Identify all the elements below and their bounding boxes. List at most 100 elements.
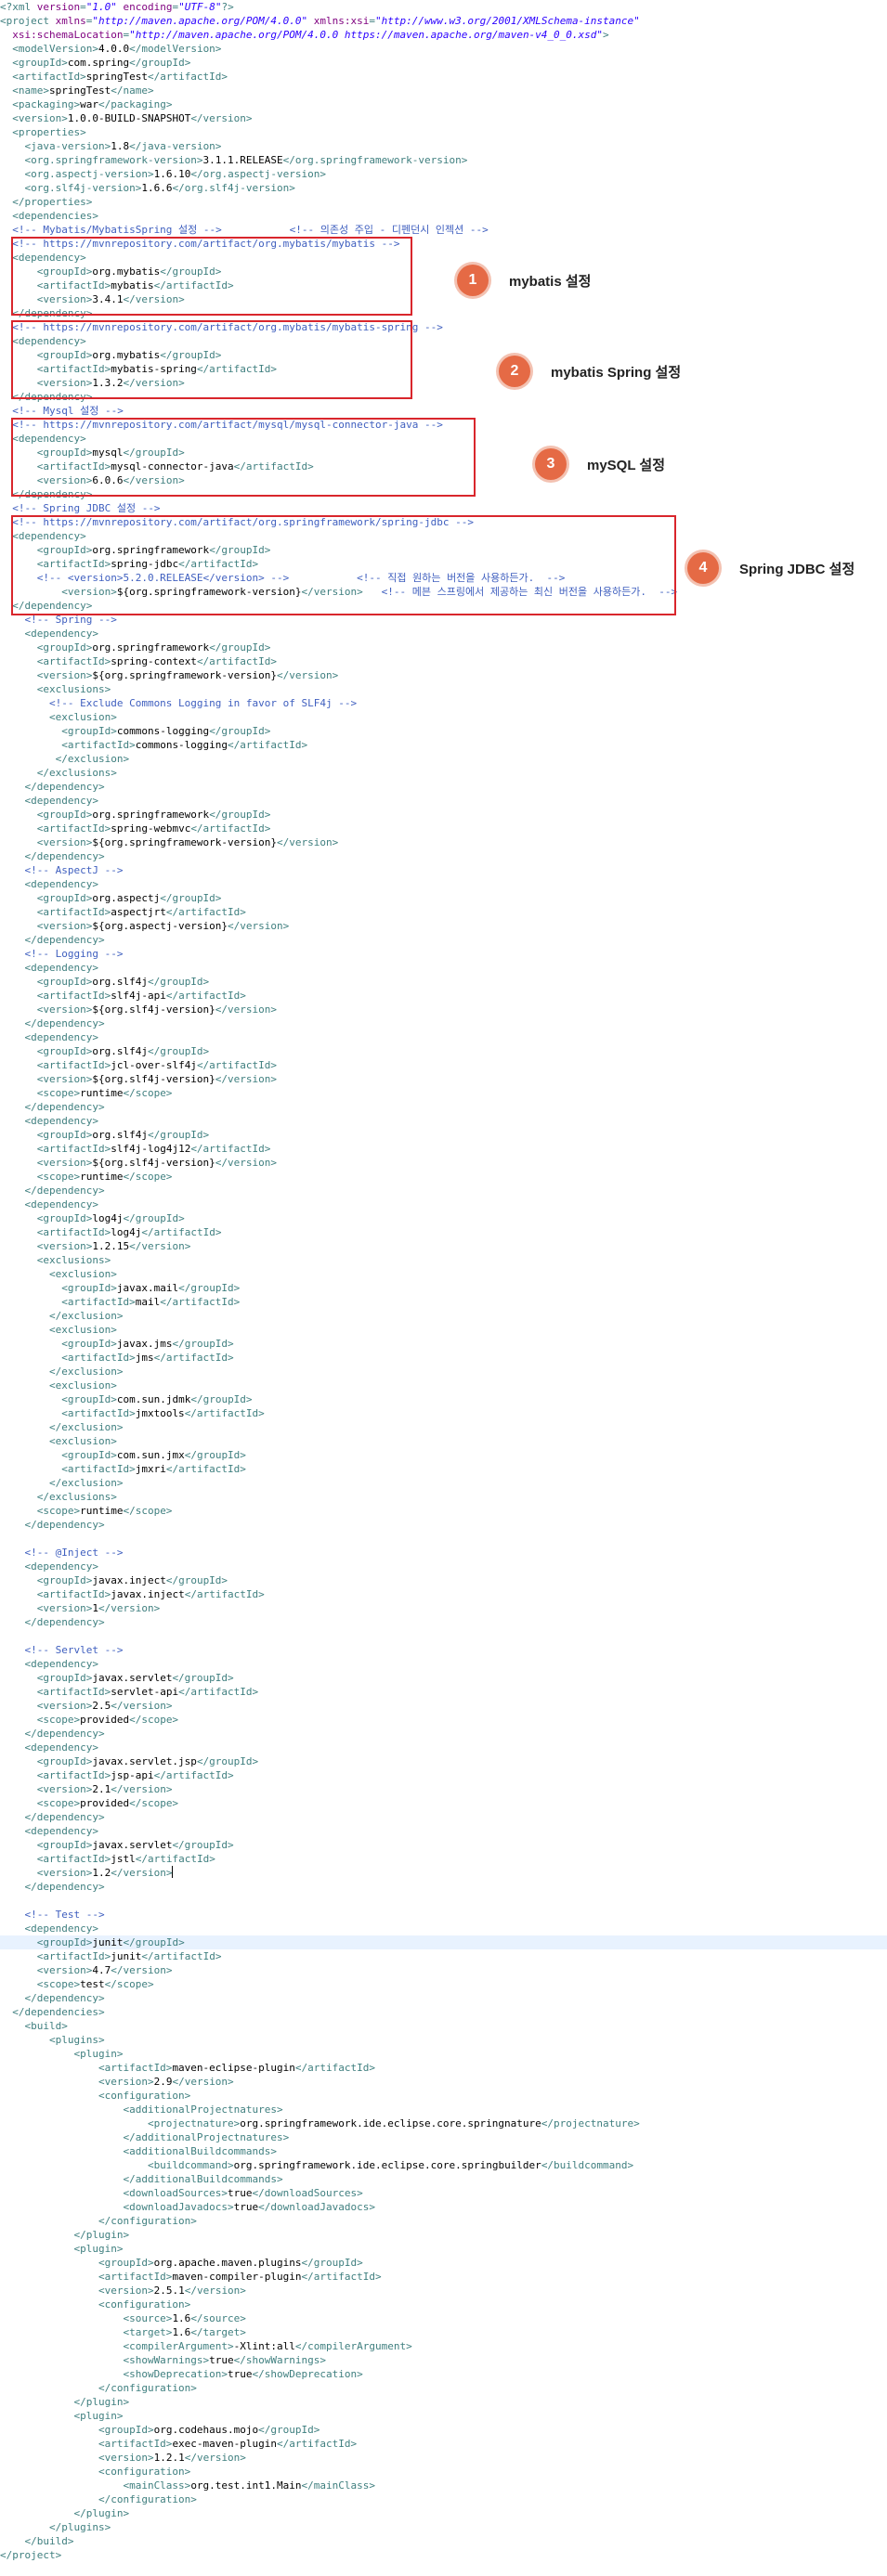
code-line[interactable]: </dependency> bbox=[0, 1810, 887, 1824]
code-line[interactable]: <version>1.2.15</version> bbox=[0, 1239, 887, 1253]
code-line[interactable]: </dependency> bbox=[0, 1184, 887, 1197]
code-line[interactable]: <artifactId>jmxri</artifactId> bbox=[0, 1462, 887, 1476]
code-line[interactable]: <artifactId>log4j</artifactId> bbox=[0, 1225, 887, 1239]
code-line[interactable]: <artifactId>spring-webmvc</artifactId> bbox=[0, 822, 887, 835]
code-line[interactable]: <scope>test</scope> bbox=[0, 1977, 887, 1991]
code-line[interactable]: <!-- Test --> bbox=[0, 1908, 887, 1922]
code-line[interactable]: </plugin> bbox=[0, 2506, 887, 2520]
code-line[interactable]: <artifactId>maven-compiler-plugin</artif… bbox=[0, 2270, 887, 2284]
code-line[interactable]: <mainClass>org.test.int1.Main</mainClass… bbox=[0, 2479, 887, 2492]
code-line[interactable]: <version>1</version> bbox=[0, 1601, 887, 1615]
code-line[interactable]: <version>${org.springframework-version}<… bbox=[0, 668, 887, 682]
code-line[interactable]: <groupId>commons-logging</groupId> bbox=[0, 724, 887, 738]
code-line[interactable]: <artifactId>commons-logging</artifactId> bbox=[0, 738, 887, 752]
code-line[interactable]: <downloadJavadocs>true</downloadJavadocs… bbox=[0, 2200, 887, 2214]
code-line[interactable]: <build> bbox=[0, 2019, 887, 2033]
code-line[interactable]: <showWarnings>true</showWarnings> bbox=[0, 2353, 887, 2367]
code-line[interactable]: <groupId>javax.servlet</groupId> bbox=[0, 1671, 887, 1685]
code-line[interactable]: </additionalProjectnatures> bbox=[0, 2130, 887, 2144]
code-line[interactable]: <artifactId>maven-eclipse-plugin</artifa… bbox=[0, 2061, 887, 2075]
code-line[interactable]: <version>${org.slf4j-version}</version> bbox=[0, 1003, 887, 1016]
code-line[interactable] bbox=[0, 1532, 887, 1546]
code-line[interactable]: </dependency> bbox=[0, 1016, 887, 1030]
code-line[interactable]: </plugin> bbox=[0, 2395, 887, 2409]
code-line[interactable]: <java-version>1.8</java-version> bbox=[0, 139, 887, 153]
code-line[interactable]: <artifactId>servlet-api</artifactId> bbox=[0, 1685, 887, 1699]
code-line[interactable]: <scope>provided</scope> bbox=[0, 1713, 887, 1727]
code-line[interactable]: </properties> bbox=[0, 195, 887, 209]
code-line[interactable]: <groupId>org.springframework</groupId> bbox=[0, 808, 887, 822]
code-line[interactable]: <groupId>javax.servlet.jsp</groupId> bbox=[0, 1754, 887, 1768]
code-line[interactable]: <groupId>junit</groupId> bbox=[0, 1935, 887, 1949]
code-line[interactable]: <exclusion> bbox=[0, 1267, 887, 1281]
code-line[interactable]: </dependency> bbox=[0, 1100, 887, 1114]
code-line[interactable]: <!-- Mysql 설정 --> bbox=[0, 404, 887, 418]
code-line[interactable]: <exclusion> bbox=[0, 1379, 887, 1392]
code-line[interactable]: </build> bbox=[0, 2534, 887, 2548]
code-line[interactable]: <artifactId>jms</artifactId> bbox=[0, 1351, 887, 1365]
code-line[interactable]: </configuration> bbox=[0, 2381, 887, 2395]
code-line[interactable]: </dependency> bbox=[0, 1880, 887, 1894]
code-line[interactable]: </dependency> bbox=[0, 780, 887, 794]
code-line[interactable]: <version>${org.slf4j-version}</version> bbox=[0, 1156, 887, 1170]
code-line[interactable]: xsi:schemaLocation="http://maven.apache.… bbox=[0, 28, 887, 42]
code-line[interactable]: <dependency> bbox=[0, 1197, 887, 1211]
code-line[interactable]: <projectnature>org.springframework.ide.e… bbox=[0, 2116, 887, 2130]
code-line[interactable]: <!-- Logging --> bbox=[0, 947, 887, 961]
code-line[interactable]: <groupId>javax.mail</groupId> bbox=[0, 1281, 887, 1295]
code-line[interactable]: <!-- Spring JDBC 설정 --> bbox=[0, 501, 887, 515]
code-line[interactable]: <dependency> bbox=[0, 1030, 887, 1044]
code-line[interactable]: <artifactId>jmxtools</artifactId> bbox=[0, 1406, 887, 1420]
code-line[interactable]: <groupId>javax.jms</groupId> bbox=[0, 1337, 887, 1351]
code-line[interactable]: </exclusions> bbox=[0, 1490, 887, 1504]
code-line[interactable]: <version>1.2.1</version> bbox=[0, 2451, 887, 2465]
code-line[interactable]: <artifactId>mail</artifactId> bbox=[0, 1295, 887, 1309]
code-line[interactable]: <modelVersion>4.0.0</modelVersion> bbox=[0, 42, 887, 56]
code-line[interactable]: </dependencies> bbox=[0, 2005, 887, 2019]
code-line[interactable]: <version>${org.slf4j-version}</version> bbox=[0, 1072, 887, 1086]
code-line[interactable]: <org.slf4j-version>1.6.6</org.slf4j-vers… bbox=[0, 181, 887, 195]
code-line[interactable]: <?xml version="1.0" encoding="UTF-8"?> bbox=[0, 0, 887, 14]
code-line[interactable]: <packaging>war</packaging> bbox=[0, 97, 887, 111]
code-line[interactable]: <name>springTest</name> bbox=[0, 84, 887, 97]
code-line[interactable] bbox=[0, 1894, 887, 1908]
code-line[interactable]: <!-- Servlet --> bbox=[0, 1643, 887, 1657]
code-line[interactable]: <groupId>org.springframework</groupId> bbox=[0, 641, 887, 654]
code-line[interactable]: <artifactId>exec-maven-plugin</artifactI… bbox=[0, 2437, 887, 2451]
code-line[interactable]: <dependency> bbox=[0, 794, 887, 808]
code-line[interactable]: <configuration> bbox=[0, 2465, 887, 2479]
code-line[interactable]: <groupId>log4j</groupId> bbox=[0, 1211, 887, 1225]
code-line[interactable]: <properties> bbox=[0, 125, 887, 139]
code-line[interactable]: <version>2.9</version> bbox=[0, 2075, 887, 2089]
code-line[interactable]: <!-- Exclude Commons Logging in favor of… bbox=[0, 696, 887, 710]
code-line[interactable]: <plugin> bbox=[0, 2047, 887, 2061]
code-line[interactable]: <additionalBuildcommands> bbox=[0, 2144, 887, 2158]
code-line[interactable]: <dependency> bbox=[0, 961, 887, 975]
code-line[interactable]: <dependency> bbox=[0, 1922, 887, 1935]
code-line[interactable]: <artifactId>slf4j-api</artifactId> bbox=[0, 989, 887, 1003]
code-line[interactable]: <version>2.5.1</version> bbox=[0, 2284, 887, 2298]
code-line[interactable]: <configuration> bbox=[0, 2089, 887, 2103]
code-line[interactable]: <groupId>org.aspectj</groupId> bbox=[0, 891, 887, 905]
code-line[interactable]: <exclusions> bbox=[0, 1253, 887, 1267]
code-line[interactable]: <source>1.6</source> bbox=[0, 2311, 887, 2325]
code-line[interactable]: </exclusion> bbox=[0, 1309, 887, 1323]
code-line[interactable]: <org.aspectj-version>1.6.10</org.aspectj… bbox=[0, 167, 887, 181]
code-line[interactable]: <dependency> bbox=[0, 627, 887, 641]
code-line[interactable]: <compilerArgument>-Xlint:all</compilerAr… bbox=[0, 2339, 887, 2353]
code-line[interactable]: <version>2.1</version> bbox=[0, 1782, 887, 1796]
code-line[interactable]: <exclusion> bbox=[0, 710, 887, 724]
code-line[interactable]: <exclusions> bbox=[0, 682, 887, 696]
code-line[interactable]: <version>${org.aspectj-version}</version… bbox=[0, 919, 887, 933]
code-line[interactable]: <dependency> bbox=[0, 1741, 887, 1754]
code-line[interactable]: <groupId>com.spring</groupId> bbox=[0, 56, 887, 70]
code-line[interactable]: <dependency> bbox=[0, 877, 887, 891]
code-line[interactable]: <!-- @Inject --> bbox=[0, 1546, 887, 1560]
code-line[interactable]: <scope>provided</scope> bbox=[0, 1796, 887, 1810]
code-line[interactable]: </exclusion> bbox=[0, 1420, 887, 1434]
code-line[interactable]: <scope>runtime</scope> bbox=[0, 1086, 887, 1100]
code-line[interactable]: <groupId>org.slf4j</groupId> bbox=[0, 1128, 887, 1142]
code-line[interactable]: <groupId>org.slf4j</groupId> bbox=[0, 975, 887, 989]
code-line[interactable]: <dependency> bbox=[0, 1114, 887, 1128]
code-line[interactable]: <groupId>org.codehaus.mojo</groupId> bbox=[0, 2423, 887, 2437]
